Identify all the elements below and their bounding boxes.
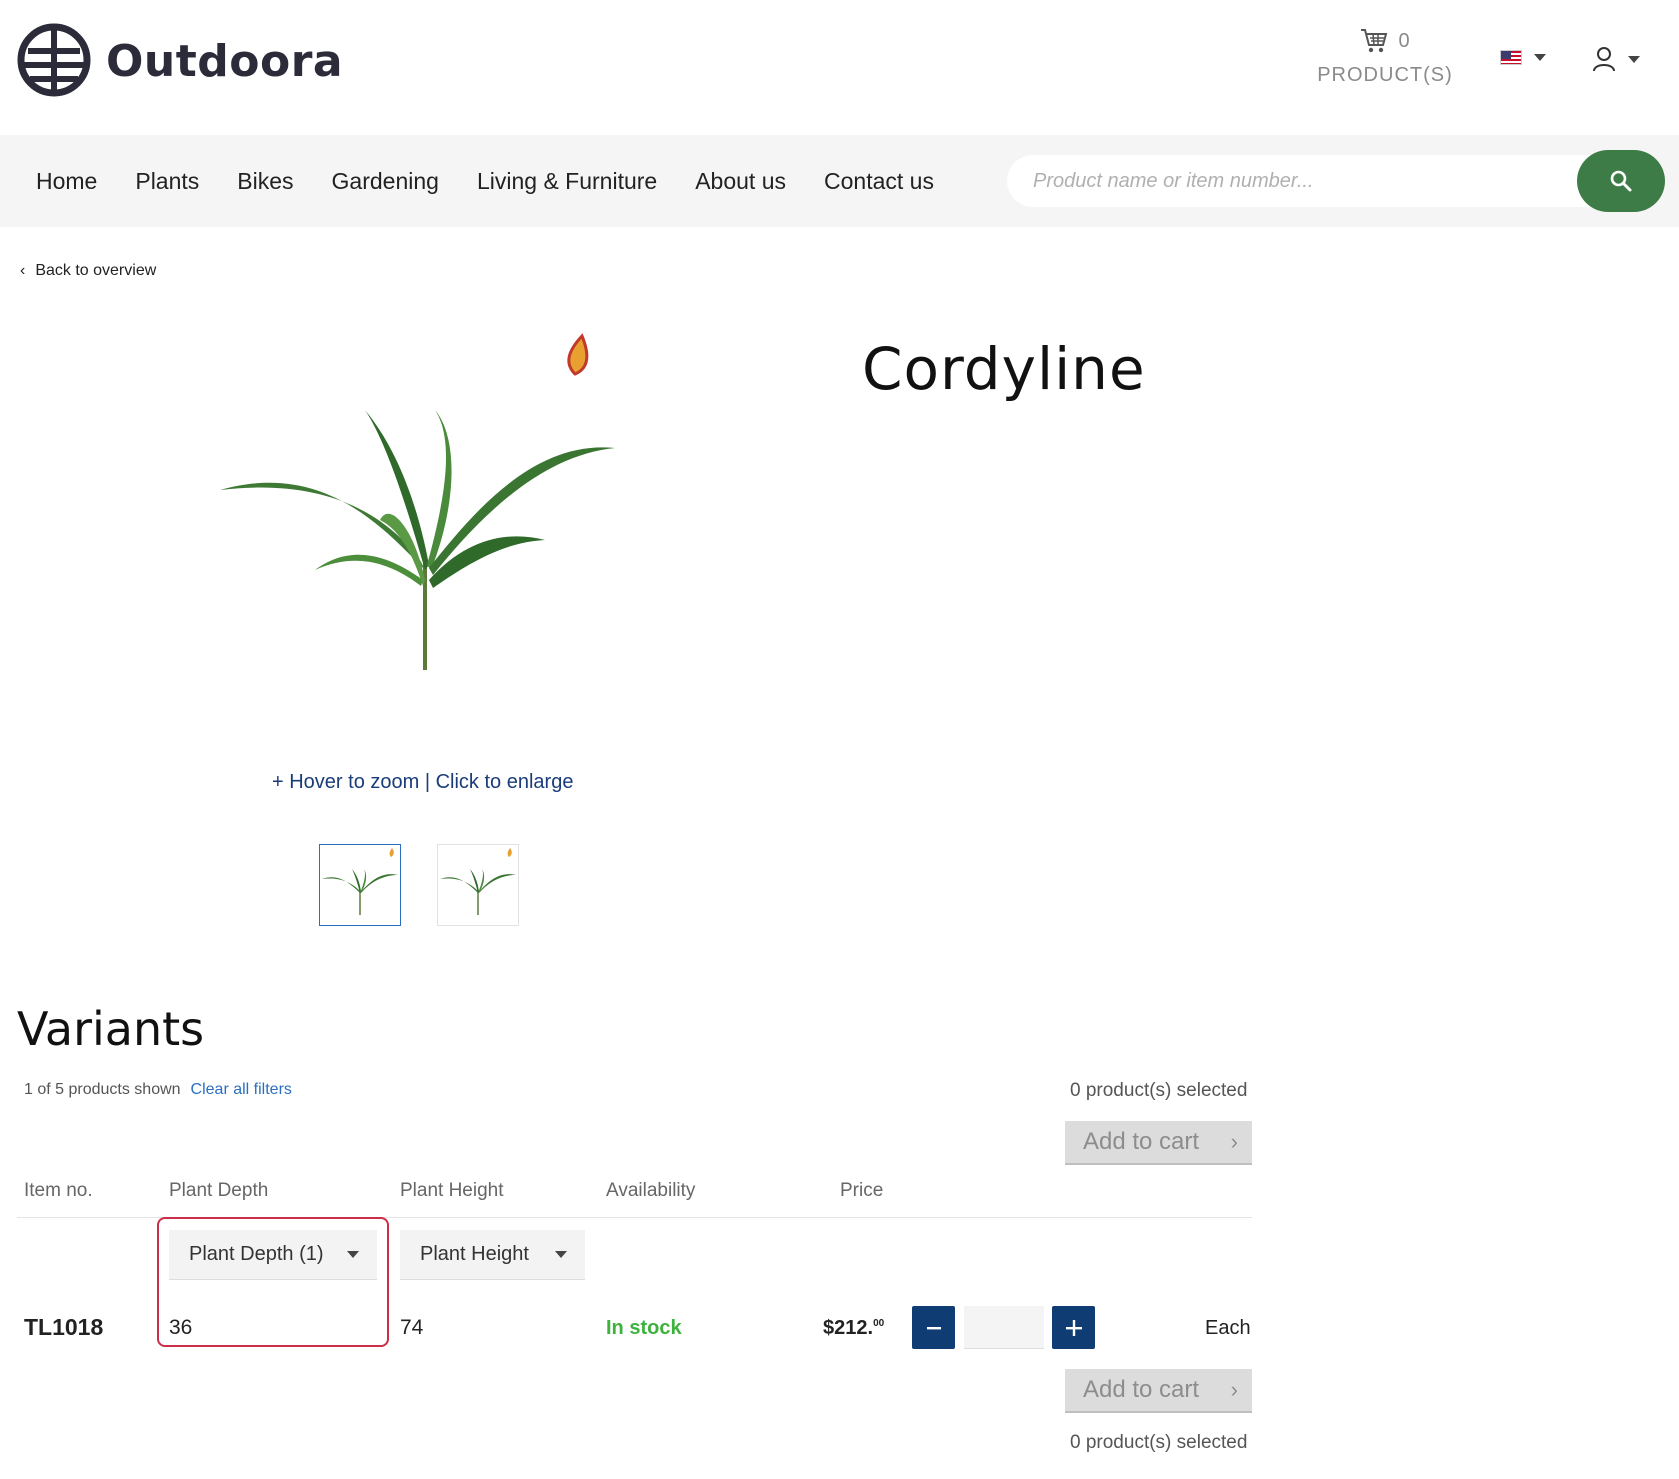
chevron-right-icon: › [1230,1129,1238,1154]
minus-icon [926,1326,941,1329]
us-flag-icon [1500,50,1522,65]
nav-about-us[interactable]: About us [695,168,786,195]
plant-height-value: 74 [400,1316,424,1339]
brand-logo-icon[interactable] [16,22,92,98]
cart-label: PRODUCT(S) [1317,64,1453,86]
availability-status: In stock [606,1317,682,1339]
account-menu[interactable] [1592,46,1640,72]
back-to-overview-link[interactable]: ‹ Back to overview [20,262,156,280]
nav-bikes[interactable]: Bikes [237,168,293,195]
nav-living-furniture[interactable]: Living & Furniture [477,168,657,195]
price-cents: 00 [873,1318,885,1329]
chevron-right-icon: › [1230,1377,1238,1402]
add-to-cart-button-top[interactable]: Add to cart › [1065,1121,1252,1165]
chevron-down-icon [1534,54,1546,61]
plant-thumbnail-icon [440,848,516,915]
price: $212.00 [823,1317,884,1340]
cart-icon [1361,29,1388,53]
nav-plants[interactable]: Plants [135,168,199,195]
product-main-image[interactable] [215,330,615,690]
add-to-cart-button-bottom[interactable]: Add to cart › [1065,1369,1252,1413]
site-header: Outdoora 0 PRODUCT(S) [0,0,1679,135]
plant-thumbnail-icon [322,848,398,915]
cart-button[interactable]: 0 PRODUCT(S) [1310,24,1460,94]
search-button[interactable] [1577,150,1665,212]
plant-depth-filter-label: Plant Depth (1) [189,1243,324,1265]
chevron-down-icon [555,1251,567,1258]
column-plant-height: Plant Height [400,1180,504,1201]
chevron-down-icon [347,1251,359,1258]
filter-summary: 1 of 5 products shown Clear all filters [24,1081,292,1099]
clear-filters-link[interactable]: Clear all filters [191,1081,292,1099]
plant-height-filter-label: Plant Height [420,1243,529,1265]
item-number[interactable]: TL1018 [24,1314,103,1341]
plus-icon [1065,1319,1082,1336]
nav-home[interactable]: Home [36,168,97,195]
zoom-hint[interactable]: + Hover to zoom | Click to enlarge [272,771,573,794]
search-bar [1007,150,1665,212]
plant-depth-filter[interactable]: Plant Depth (1) [169,1230,377,1280]
search-input[interactable] [1007,155,1627,207]
plant-depth-value: 36 [169,1316,193,1339]
column-plant-depth: Plant Depth [169,1180,269,1201]
thumbnail-1[interactable] [319,844,401,926]
column-availability: Availability [606,1180,696,1201]
plant-height-filter[interactable]: Plant Height [400,1230,585,1280]
variants-heading: Variants [17,1002,205,1056]
nav-gardening[interactable]: Gardening [332,168,439,195]
user-icon [1593,47,1615,72]
increase-quantity-button[interactable] [1052,1306,1095,1349]
cart-count: 0 [1398,29,1410,52]
add-to-cart-label: Add to cart [1083,1376,1200,1403]
column-item-no: Item no. [24,1180,93,1201]
chevron-down-icon [1628,55,1640,63]
products-shown-text: 1 of 5 products shown [24,1081,181,1098]
nav-contact-us[interactable]: Contact us [824,168,934,195]
chevron-left-icon: ‹ [20,262,26,279]
selected-count-bottom: 0 product(s) selected [1070,1432,1248,1453]
search-icon [1610,170,1632,192]
brand-name[interactable]: Outdoora [106,36,343,87]
thumbnail-2[interactable] [437,844,519,926]
add-to-cart-label: Add to cart [1083,1128,1200,1155]
column-price: Price [840,1180,884,1201]
decrease-quantity-button[interactable] [912,1306,955,1349]
main-navigation: Home Plants Bikes Gardening Living & Fur… [0,135,1679,227]
product-title: Cordyline [862,335,1146,403]
back-label: Back to overview [35,262,157,279]
unit-label: Each [1205,1317,1251,1339]
selected-count-top: 0 product(s) selected [1070,1080,1248,1101]
language-selector[interactable] [1500,50,1546,65]
price-main: $212. [823,1317,874,1339]
quantity-input[interactable] [964,1306,1044,1349]
plant-image-icon [220,333,615,670]
